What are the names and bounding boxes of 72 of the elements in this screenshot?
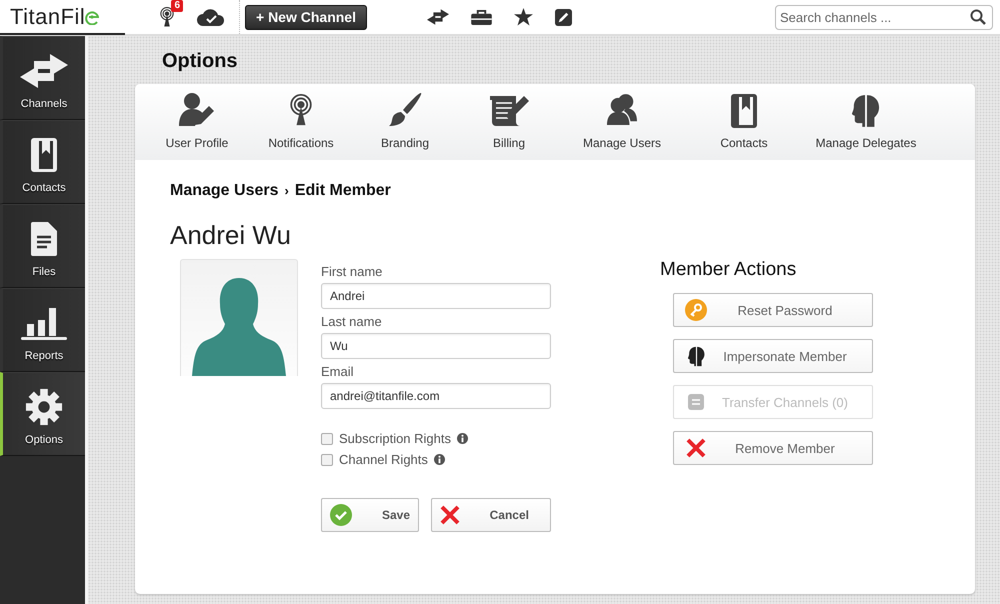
transfer-arrows-icon[interactable]: [426, 9, 449, 25]
users-icon: [607, 92, 637, 128]
logo-swirl-icon: [85, 9, 100, 25]
tab-label: Manage Delegates: [816, 136, 916, 150]
action-button[interactable]: Reset Password: [673, 293, 873, 327]
text-field[interactable]: Wu: [321, 333, 551, 359]
tab-label: Manage Users: [582, 136, 662, 150]
user-pencil-icon: [179, 92, 215, 128]
book-icon: [731, 92, 757, 128]
sidebar-item[interactable]: Channels: [0, 36, 85, 120]
text-field[interactable]: andrei@titanfile.com: [321, 383, 551, 409]
brush-icon: [387, 92, 423, 128]
search-field[interactable]: Search channels ...: [775, 4, 993, 30]
logo-text: TitanFil: [10, 4, 86, 30]
key-icon: [684, 299, 708, 321]
sidebar-item[interactable]: Files: [0, 204, 85, 288]
option-tab[interactable]: Branding: [353, 84, 457, 160]
page-title: Options: [162, 50, 239, 73]
action-button[interactable]: Impersonate Member: [673, 339, 873, 373]
text-field[interactable]: Andrei: [321, 283, 551, 309]
gear-icon: [25, 388, 63, 426]
breadcrumb-separator: ›: [284, 183, 289, 198]
pencil-icon[interactable]: [554, 8, 572, 26]
tab-label: Contacts: [720, 136, 768, 150]
sidebar-label: Options: [25, 434, 63, 446]
search-icon[interactable]: [970, 8, 986, 24]
tab-label: Notifications: [268, 136, 334, 150]
tab-label: User Profile: [166, 136, 228, 150]
option-tab[interactable]: Manage Delegates: [805, 84, 927, 160]
sidebar-label: Contacts: [22, 182, 66, 194]
breadcrumb-current: Edit Member: [294, 182, 391, 200]
cancel-button[interactable]: Cancel: [430, 498, 551, 532]
book-icon: [31, 136, 57, 174]
tab-label: Branding: [380, 136, 430, 150]
checkbox-label: Channel Rights: [339, 452, 428, 467]
action-button[interactable]: Remove Member: [673, 431, 873, 465]
option-tab[interactable]: Manage Users: [561, 84, 683, 160]
cross-icon: [684, 438, 708, 458]
tab-label: Billing: [492, 136, 525, 150]
checkbox[interactable]: [321, 432, 333, 444]
info-icon[interactable]: [457, 433, 468, 444]
sidebar-item[interactable]: Reports: [0, 288, 85, 372]
sidebar-label: Files: [32, 266, 56, 278]
action-button: Transfer Channels (0): [673, 385, 873, 419]
toolbox-icon[interactable]: [470, 10, 492, 24]
option-tab[interactable]: User Profile: [145, 84, 249, 160]
head-profile-icon: [852, 92, 880, 128]
arrows-icon: [20, 52, 68, 90]
star-icon[interactable]: [514, 8, 533, 26]
cross-icon: [440, 505, 460, 525]
sidebar-label: Channels: [20, 98, 68, 110]
option-tab[interactable]: Contacts: [683, 84, 805, 160]
info-icon[interactable]: [434, 454, 445, 465]
file-icon: [31, 220, 57, 258]
sidebar-item[interactable]: Contacts: [0, 120, 85, 204]
option-tab[interactable]: Notifications: [249, 84, 353, 160]
cloud-check-icon[interactable]: [197, 8, 225, 26]
field-label: First name: [321, 264, 384, 279]
section-title: Member Actions: [660, 259, 796, 281]
check-circle-icon: [330, 504, 352, 526]
checkbox[interactable]: [321, 454, 333, 466]
member-name: Andrei Wu: [170, 220, 292, 251]
breadcrumb-link[interactable]: Manage Users: [170, 182, 278, 200]
field-label: Last name: [321, 314, 383, 329]
field-label: Email: [321, 364, 355, 379]
option-tab[interactable]: Billing: [457, 84, 561, 160]
new-channel-button[interactable]: + New Channel: [245, 4, 367, 30]
checkbox-label: Subscription Rights: [339, 431, 451, 446]
save-button[interactable]: Save: [321, 498, 419, 532]
notification-badge: 6: [171, 0, 183, 12]
sidebar-item[interactable]: Options: [0, 372, 85, 456]
sidebar-label: Reports: [24, 350, 64, 362]
